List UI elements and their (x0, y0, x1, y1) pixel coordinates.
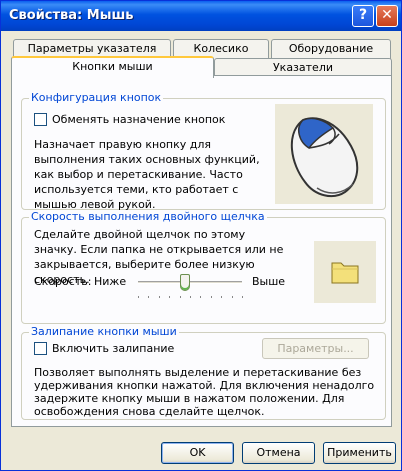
swap-buttons-checkbox-row[interactable]: Обменять назначение кнопок (34, 113, 225, 126)
slider-tick (221, 296, 223, 298)
title-bar[interactable]: Свойства: Мышь ? ✕ (1, 1, 401, 31)
click-lock-legend: Залипание кнопки мыши (29, 325, 179, 338)
mouse-properties-window: Свойства: Мышь ? ✕ Параметры указателя К… (0, 0, 402, 471)
ok-button[interactable]: OK (161, 442, 234, 464)
apply-button[interactable]: Применить (323, 442, 396, 464)
click-lock-group: Залипание кнопки мыши Включить залипание… (21, 325, 386, 420)
slider-tick (169, 296, 171, 298)
speed-slider-track (138, 281, 242, 284)
button-config-legend: Конфигурация кнопок (29, 91, 164, 104)
cancel-button[interactable]: Отмена (242, 442, 315, 464)
slider-tick (231, 296, 233, 298)
folder-icon[interactable] (314, 241, 376, 303)
click-lock-settings-button[interactable]: Параметры... (262, 338, 369, 359)
tab-pointers-label: Указатели (272, 61, 334, 74)
tab-hardware-label: Оборудование (288, 42, 374, 55)
window-title: Свойства: Мышь (9, 8, 134, 23)
click-lock-description: Позволяет выполнять выделение и перетаск… (34, 366, 375, 418)
tab-buttons-label: Кнопки мыши (72, 60, 153, 73)
slider-tick (179, 296, 181, 298)
button-config-group: Конфигурация кнопок Обменять назначение … (21, 91, 386, 211)
slider-tick (158, 296, 160, 298)
tab-panel: Конфигурация кнопок Обменять назначение … (11, 75, 392, 427)
double-click-legend: Скорость выполнения двойного щелчка (29, 210, 267, 223)
swap-buttons-label: Обменять назначение кнопок (52, 113, 226, 126)
speed-slider-thumb[interactable] (179, 274, 190, 291)
slider-tick (210, 296, 212, 298)
click-lock-checkbox[interactable] (34, 342, 47, 355)
click-lock-checkbox-row[interactable]: Включить залипание (34, 342, 174, 355)
slider-tick (190, 296, 191, 298)
tab-pointer-options-label: Параметры указателя (27, 42, 157, 55)
double-click-group: Скорость выполнения двойного щелчка Сдел… (21, 210, 386, 324)
slider-tick (242, 296, 243, 298)
click-lock-label: Включить залипание (52, 342, 175, 355)
speed-slider[interactable] (134, 274, 246, 302)
tab-buttons[interactable]: Кнопки мыши (11, 56, 214, 78)
help-icon[interactable]: ? (352, 5, 374, 27)
speed-fast-label: Выше (252, 275, 286, 288)
close-icon[interactable]: ✕ (376, 5, 398, 27)
slider-tick (200, 296, 202, 298)
speed-slow-label: Ниже (94, 275, 127, 288)
tab-wheel-label: Колесико (193, 42, 249, 55)
slider-tick (148, 296, 150, 298)
tab-hardware[interactable]: Оборудование (271, 39, 391, 59)
slider-tick (138, 296, 139, 298)
mouse-illustration-icon (275, 104, 373, 204)
speed-label: Скорость: (34, 275, 92, 288)
test-folder-area[interactable] (314, 241, 376, 303)
swap-buttons-checkbox[interactable] (34, 113, 47, 126)
button-config-description: Назначает правую кнопку для выполнения т… (34, 138, 260, 211)
